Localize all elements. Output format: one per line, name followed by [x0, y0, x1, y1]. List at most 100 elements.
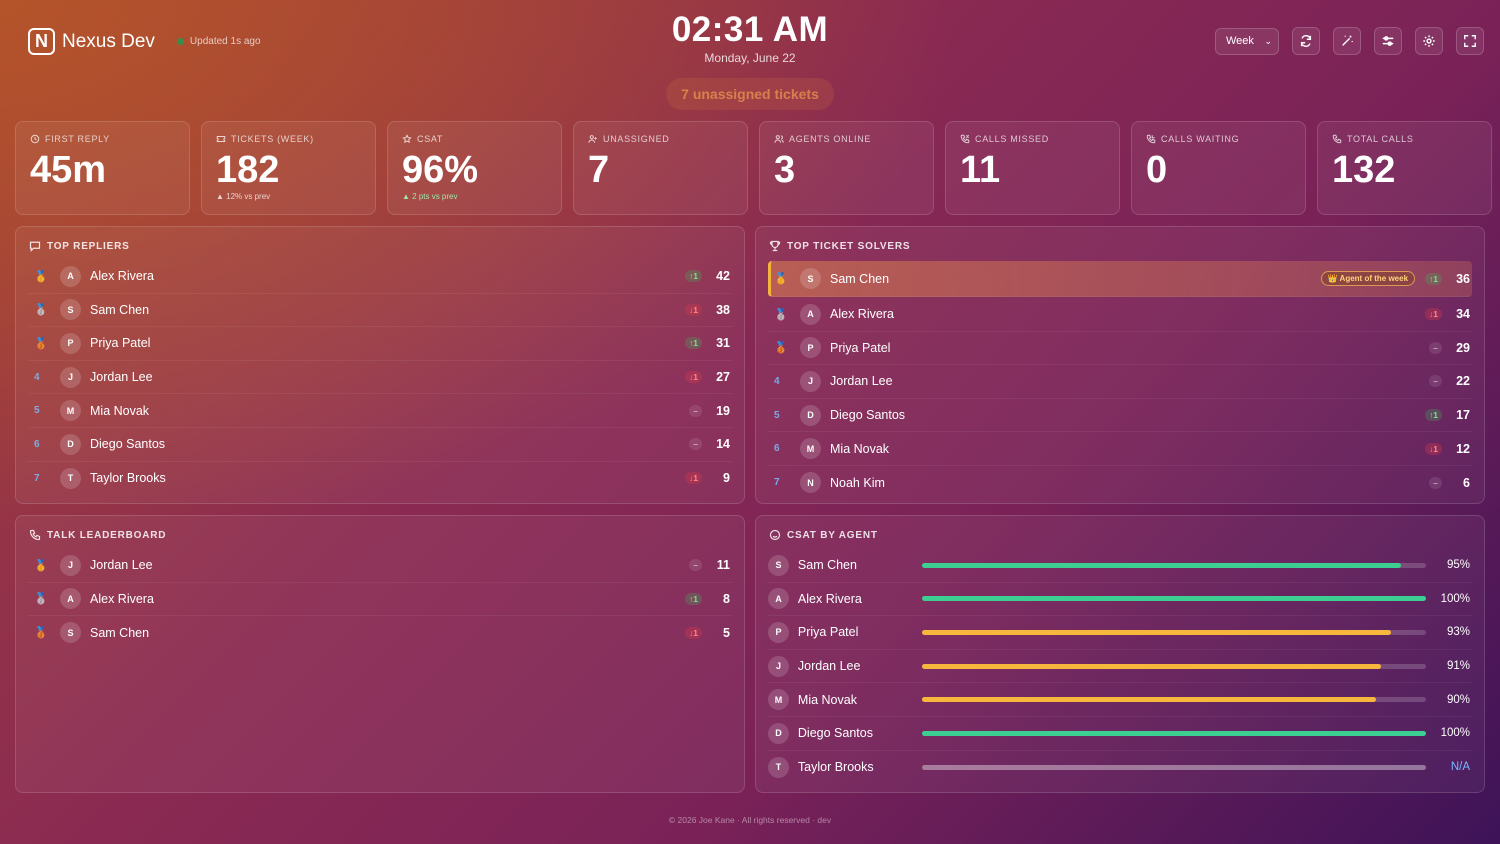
avatar: J [60, 554, 81, 576]
score: 9 [723, 471, 730, 486]
stat-card-csat[interactable]: CSAT 96% ▲ 2 pts vs prev [387, 121, 562, 215]
stat-label: TOTAL CALLS [1332, 134, 1477, 144]
leaderboard-row[interactable]: 🥈 A Alex Rivera ↑1 8 [28, 583, 732, 617]
csat-bar [922, 663, 1427, 669]
csat-bar-fill [922, 629, 1391, 635]
talk-leaderboard-list: 🥇 J Jordan Lee – 11 🥈 A Alex Rivera ↑1 8… [28, 549, 732, 650]
top-solvers-panel: TOP TICKET SOLVERS 🥇 S Sam Chen 👑 Agent … [755, 226, 1485, 504]
leaderboard-row[interactable]: 🥈 A Alex Rivera ↓1 34 [768, 298, 1472, 332]
stat-label: UNASSIGNED [588, 134, 733, 144]
trend-badge: ↑1 [685, 592, 702, 605]
trend-badge: – [1429, 375, 1442, 388]
magic-wand-icon [1342, 35, 1353, 46]
agent-name: Alex Rivera [797, 591, 862, 606]
score: 8 [723, 591, 730, 606]
phone-icon [29, 529, 41, 541]
leaderboard-row[interactable]: 4 J Jordan Lee – 22 [768, 365, 1472, 399]
stat-label: AGENTS ONLINE [774, 134, 919, 144]
trend-badge: – [1429, 476, 1442, 489]
leaderboard-row[interactable]: 4 J Jordan Lee ↓1 27 [28, 361, 732, 395]
clock-icon [30, 134, 40, 144]
users-icon [774, 135, 784, 143]
csat-bar [922, 764, 1427, 770]
avatar: M [800, 438, 821, 460]
csat-bar-fill [922, 562, 1401, 568]
magic-button[interactable] [1333, 27, 1361, 55]
medal-icon: 🥉 [34, 337, 48, 350]
trend-badge: ↑1 [1425, 409, 1442, 422]
agent-name: Diego Santos [90, 437, 166, 452]
stat-value: 45m [30, 149, 107, 191]
stat-card-tickets-week[interactable]: TICKETS (WEEK) 182 ▲ 12% vs prev [201, 121, 376, 215]
rank-number: 4 [774, 375, 780, 387]
leaderboard-row[interactable]: 7 T Taylor Brooks ↓1 9 [28, 462, 732, 496]
csat-row[interactable]: J Jordan Lee 91% [768, 650, 1472, 684]
agent-name: Mia Novak [90, 403, 150, 418]
message-icon [29, 241, 41, 252]
unassigned-tickets-pill[interactable]: 7 unassigned tickets [666, 78, 834, 110]
csat-row[interactable]: T Taylor Brooks N/A [768, 751, 1472, 785]
csat-by-agent-title-text: CSAT BY AGENT [787, 529, 878, 541]
avatar: D [60, 433, 81, 455]
top-repliers-title-text: TOP REPLIERS [47, 240, 130, 252]
csat-bar [922, 697, 1427, 703]
trend-badge: – [689, 438, 702, 451]
agent-name: Alex Rivera [90, 269, 154, 284]
avatar: A [768, 588, 789, 610]
avatar: S [768, 554, 789, 576]
stat-label: CALLS WAITING [1146, 134, 1291, 144]
leaderboard-row[interactable]: 🥇 A Alex Rivera ↑1 42 [28, 260, 732, 294]
rank-number: 6 [774, 443, 780, 455]
csat-row[interactable]: M Mia Novak 90% [768, 683, 1472, 717]
ticket-icon [216, 136, 226, 142]
leaderboard-row[interactable]: 6 M Mia Novak ↓1 12 [768, 432, 1472, 466]
stat-label: CSAT [402, 134, 547, 144]
refresh-button[interactable] [1292, 27, 1320, 55]
fullscreen-button[interactable] [1456, 27, 1484, 55]
agent-name: Sam Chen [797, 558, 857, 573]
agent-name: Sam Chen [90, 625, 150, 640]
leaderboard-row[interactable]: 🥉 S Sam Chen ↓1 5 [28, 616, 732, 650]
leaderboard-row[interactable]: 7 N Noah Kim – 6 [768, 466, 1472, 500]
agent-name: Diego Santos [797, 726, 873, 741]
score: 11 [716, 558, 730, 573]
agent-name: Noah Kim [830, 475, 885, 490]
leaderboard-row[interactable]: 5 D Diego Santos ↑1 17 [768, 399, 1472, 433]
stat-card-calls-waiting[interactable]: CALLS WAITING 0 [1131, 121, 1306, 215]
leaderboard-row[interactable]: 🥉 P Priya Patel – 29 [768, 332, 1472, 366]
agent-of-week-badge: 👑 Agent of the week [1320, 271, 1416, 286]
stat-card-agents-online[interactable]: AGENTS ONLINE 3 [759, 121, 934, 215]
avatar: J [60, 366, 81, 388]
top-solvers-list: 🥇 S Sam Chen 👑 Agent of the week ↑1 36 🥈… [768, 261, 1472, 500]
stat-card-unassigned[interactable]: UNASSIGNED 7 [573, 121, 748, 215]
leaderboard-row[interactable]: 🥈 S Sam Chen ↓1 38 [28, 294, 732, 328]
leaderboard-row[interactable]: 🥇 S Sam Chen 👑 Agent of the week ↑1 36 [768, 261, 1472, 297]
period-select[interactable]: Week ⌄ [1215, 27, 1279, 55]
stat-value: 182 [216, 149, 280, 191]
leaderboard-row[interactable]: 🥇 J Jordan Lee – 11 [28, 549, 732, 583]
score: 36 [1456, 271, 1470, 286]
csat-row[interactable]: D Diego Santos 100% [768, 717, 1472, 751]
stat-card-first-reply[interactable]: FIRST REPLY 45m [15, 121, 190, 215]
score: 22 [1456, 374, 1470, 389]
leaderboard-row[interactable]: 🥉 P Priya Patel ↑1 31 [28, 327, 732, 361]
csat-row[interactable]: A Alex Rivera 100% [768, 583, 1472, 617]
toolbar: Week ⌄ [1215, 27, 1484, 55]
stat-value: 96% [402, 149, 479, 191]
csat-percent: 93% [1446, 626, 1471, 639]
avatar: T [60, 467, 81, 489]
rank-number: 5 [774, 409, 780, 421]
rank-number: 6 [34, 438, 40, 450]
stat-card-total-calls[interactable]: TOTAL CALLS 132 [1317, 121, 1492, 215]
settings-button[interactable] [1415, 27, 1443, 55]
csat-row[interactable]: S Sam Chen 95% [768, 549, 1472, 583]
filters-button[interactable] [1374, 27, 1402, 55]
medal-icon: 🥇 [34, 270, 48, 283]
leaderboard-row[interactable]: 6 D Diego Santos – 14 [28, 428, 732, 462]
phone-icon [1332, 134, 1342, 144]
score: 29 [1456, 340, 1470, 355]
avatar: A [60, 588, 81, 610]
csat-row[interactable]: P Priya Patel 93% [768, 616, 1472, 650]
leaderboard-row[interactable]: 5 M Mia Novak – 19 [28, 394, 732, 428]
stat-card-calls-missed[interactable]: CALLS MISSED 11 [945, 121, 1120, 215]
